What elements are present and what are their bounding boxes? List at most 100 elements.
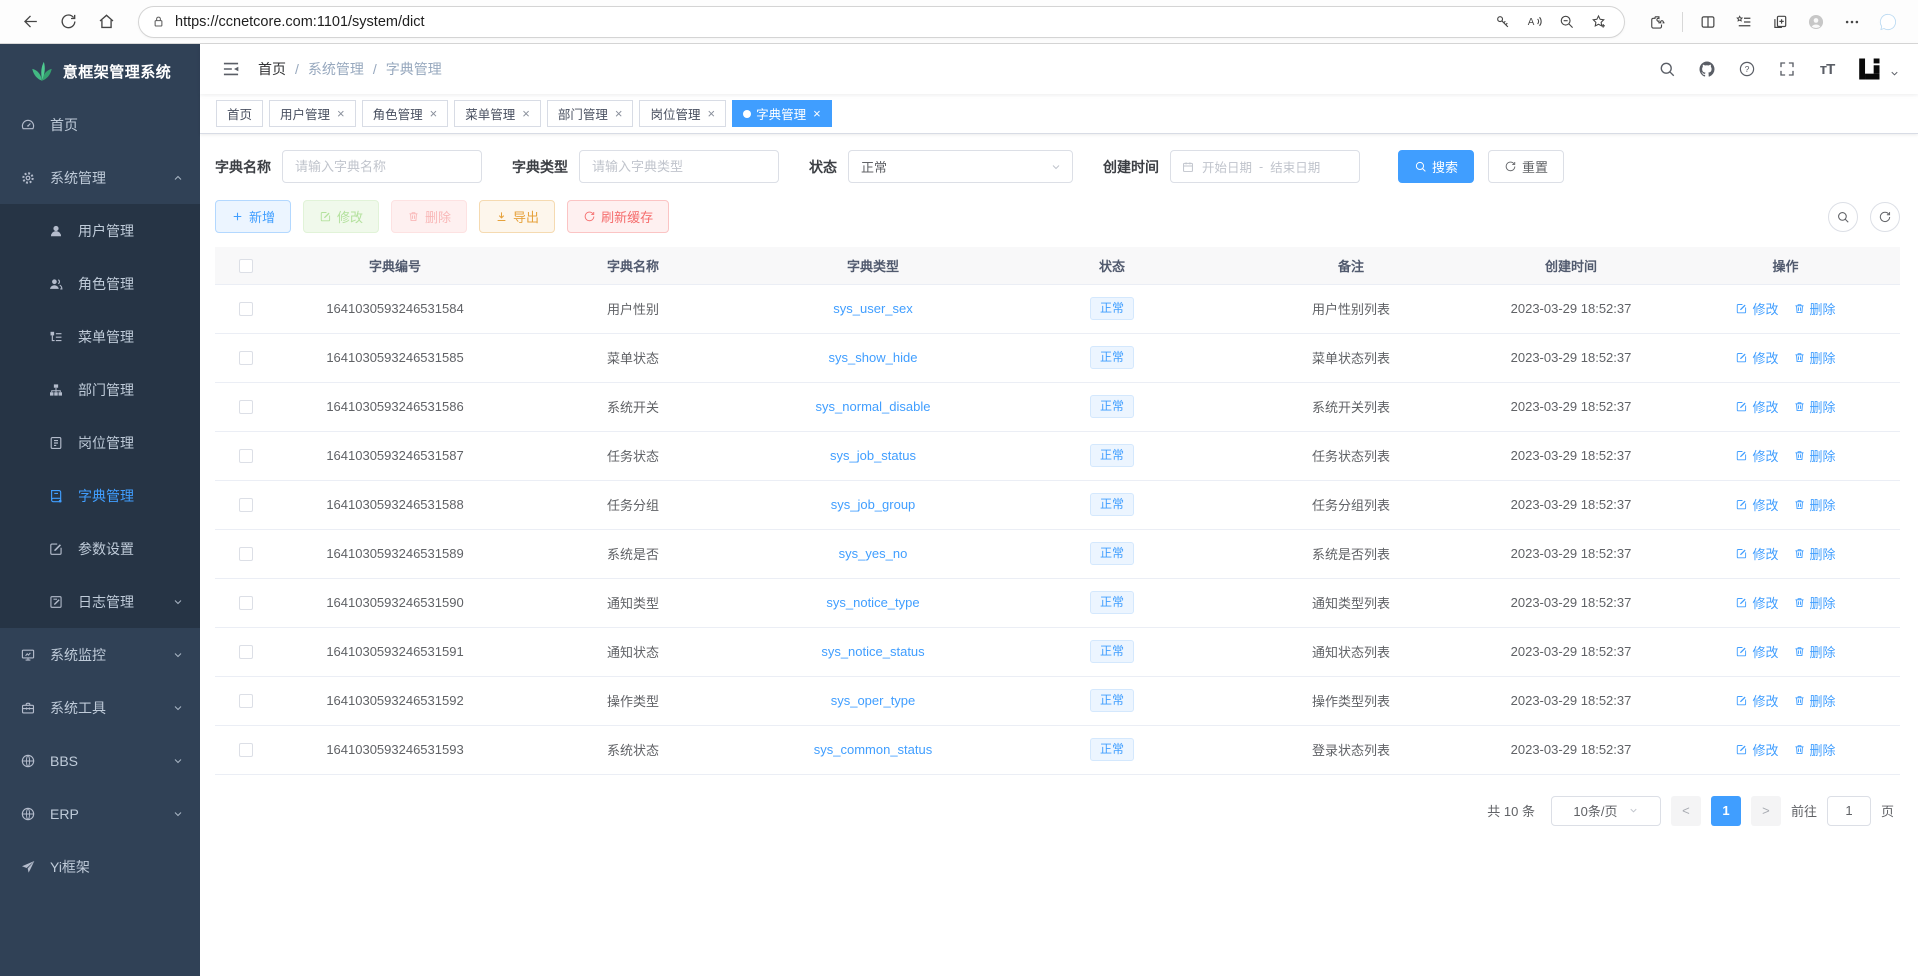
- url-text[interactable]: https://ccnetcore.com:1101/system/dict: [175, 14, 1488, 30]
- row-checkbox[interactable]: [239, 645, 253, 659]
- close-icon[interactable]: ×: [707, 107, 715, 120]
- dict-type-link[interactable]: sys_oper_type: [831, 693, 916, 708]
- row-checkbox[interactable]: [239, 400, 253, 414]
- goto-page-input[interactable]: [1827, 796, 1871, 826]
- edit-row-button[interactable]: 修改: [1735, 740, 1778, 759]
- date-range-picker[interactable]: 开始日期 - 结束日期: [1170, 150, 1360, 183]
- tab-3[interactable]: 菜单管理×: [454, 100, 541, 127]
- address-bar[interactable]: https://ccnetcore.com:1101/system/dict: [138, 6, 1625, 38]
- delete-button[interactable]: 删除: [391, 200, 467, 233]
- sidebar-item-0[interactable]: 首页: [0, 98, 200, 151]
- tab-0[interactable]: 首页: [216, 100, 263, 127]
- zoom-out-button[interactable]: [1552, 8, 1580, 36]
- toggle-search-button[interactable]: [1828, 202, 1858, 232]
- dict-type-link[interactable]: sys_yes_no: [839, 546, 908, 561]
- tab-6[interactable]: 字典管理×: [732, 100, 832, 127]
- export-button[interactable]: 导出: [479, 200, 555, 233]
- edit-row-button[interactable]: 修改: [1735, 397, 1778, 416]
- sidebar-item-13[interactable]: ERP: [0, 787, 200, 840]
- edit-row-button[interactable]: 修改: [1735, 593, 1778, 612]
- delete-row-button[interactable]: 删除: [1793, 348, 1836, 367]
- dict-type-link[interactable]: sys_notice_status: [821, 644, 924, 659]
- row-checkbox[interactable]: [239, 694, 253, 708]
- refresh-table-button[interactable]: [1870, 202, 1900, 232]
- close-icon[interactable]: ×: [522, 107, 530, 120]
- favorites-button[interactable]: [1728, 6, 1760, 38]
- delete-row-button[interactable]: 删除: [1793, 446, 1836, 465]
- edit-row-button[interactable]: 修改: [1735, 495, 1778, 514]
- delete-row-button[interactable]: 删除: [1793, 593, 1836, 612]
- reset-button[interactable]: 重置: [1488, 150, 1564, 183]
- sidebar-item-3[interactable]: 角色管理: [0, 257, 200, 310]
- sidebar-item-7[interactable]: 字典管理: [0, 469, 200, 522]
- sidebar-item-14[interactable]: Yi框架: [0, 840, 200, 893]
- delete-row-button[interactable]: 删除: [1793, 495, 1836, 514]
- close-icon[interactable]: ×: [615, 107, 623, 120]
- row-checkbox[interactable]: [239, 547, 253, 561]
- delete-row-button[interactable]: 删除: [1793, 299, 1836, 318]
- edit-row-button[interactable]: 修改: [1735, 299, 1778, 318]
- delete-row-button[interactable]: 删除: [1793, 740, 1836, 759]
- sidebar-item-5[interactable]: 部门管理: [0, 363, 200, 416]
- split-screen-button[interactable]: [1692, 6, 1724, 38]
- read-aloud-button[interactable]: [1520, 8, 1548, 36]
- dict-type-link[interactable]: sys_user_sex: [833, 301, 912, 316]
- fullscreen-button[interactable]: [1775, 57, 1799, 81]
- sidebar-item-10[interactable]: 系统监控: [0, 628, 200, 681]
- select-all-checkbox[interactable]: [239, 259, 253, 273]
- refresh-cache-button[interactable]: 刷新缓存: [567, 200, 669, 233]
- row-checkbox[interactable]: [239, 743, 253, 757]
- delete-row-button[interactable]: 删除: [1793, 397, 1836, 416]
- status-select[interactable]: 正常: [848, 150, 1073, 183]
- help-button[interactable]: [1735, 57, 1759, 81]
- edit-row-button[interactable]: 修改: [1735, 544, 1778, 563]
- row-checkbox[interactable]: [239, 351, 253, 365]
- edit-row-button[interactable]: 修改: [1735, 446, 1778, 465]
- close-icon[interactable]: ×: [337, 107, 345, 120]
- row-checkbox[interactable]: [239, 596, 253, 610]
- sidebar-item-8[interactable]: 参数设置: [0, 522, 200, 575]
- sidebar-item-6[interactable]: 岗位管理: [0, 416, 200, 469]
- header-search-button[interactable]: [1655, 57, 1679, 81]
- dict-type-link[interactable]: sys_notice_type: [826, 595, 919, 610]
- sidebar-toggle-button[interactable]: [214, 52, 248, 86]
- delete-row-button[interactable]: 删除: [1793, 544, 1836, 563]
- browser-profile-button[interactable]: [1800, 6, 1832, 38]
- browser-refresh-button[interactable]: [52, 6, 84, 38]
- dict-type-link[interactable]: sys_show_hide: [829, 350, 918, 365]
- sidebar-item-4[interactable]: 菜单管理: [0, 310, 200, 363]
- github-link-button[interactable]: [1695, 57, 1719, 81]
- prev-page-button[interactable]: <: [1671, 796, 1701, 826]
- breadcrumb-system[interactable]: 系统管理: [308, 59, 364, 79]
- browser-menu-button[interactable]: [1836, 6, 1868, 38]
- browser-back-button[interactable]: [14, 6, 46, 38]
- dict-type-link[interactable]: sys_common_status: [814, 742, 933, 757]
- sidebar-item-12[interactable]: BBS: [0, 734, 200, 787]
- delete-row-button[interactable]: 删除: [1793, 642, 1836, 661]
- row-checkbox[interactable]: [239, 498, 253, 512]
- tab-4[interactable]: 部门管理×: [547, 100, 634, 127]
- search-button[interactable]: 搜索: [1398, 150, 1474, 183]
- extensions-button[interactable]: [1641, 6, 1673, 38]
- delete-row-button[interactable]: 删除: [1793, 691, 1836, 710]
- close-icon[interactable]: ×: [813, 107, 821, 120]
- edit-button[interactable]: 修改: [303, 200, 379, 233]
- breadcrumb-home[interactable]: 首页: [258, 59, 286, 79]
- font-size-button[interactable]: тT: [1815, 57, 1839, 81]
- edit-row-button[interactable]: 修改: [1735, 691, 1778, 710]
- browser-home-button[interactable]: [90, 6, 122, 38]
- copilot-button[interactable]: [1872, 6, 1904, 38]
- add-button[interactable]: 新增: [215, 200, 291, 233]
- row-checkbox[interactable]: [239, 449, 253, 463]
- next-page-button[interactable]: >: [1751, 796, 1781, 826]
- dict-type-link[interactable]: sys_normal_disable: [816, 399, 931, 414]
- dict-type-link[interactable]: sys_job_status: [830, 448, 916, 463]
- page-1-button[interactable]: 1: [1711, 796, 1741, 826]
- user-menu[interactable]: [1855, 55, 1900, 83]
- row-checkbox[interactable]: [239, 302, 253, 316]
- collections-button[interactable]: [1764, 6, 1796, 38]
- page-size-select[interactable]: 10条/页: [1551, 796, 1661, 826]
- edit-row-button[interactable]: 修改: [1735, 348, 1778, 367]
- sidebar-item-11[interactable]: 系统工具: [0, 681, 200, 734]
- sidebar-item-1[interactable]: 系统管理: [0, 151, 200, 204]
